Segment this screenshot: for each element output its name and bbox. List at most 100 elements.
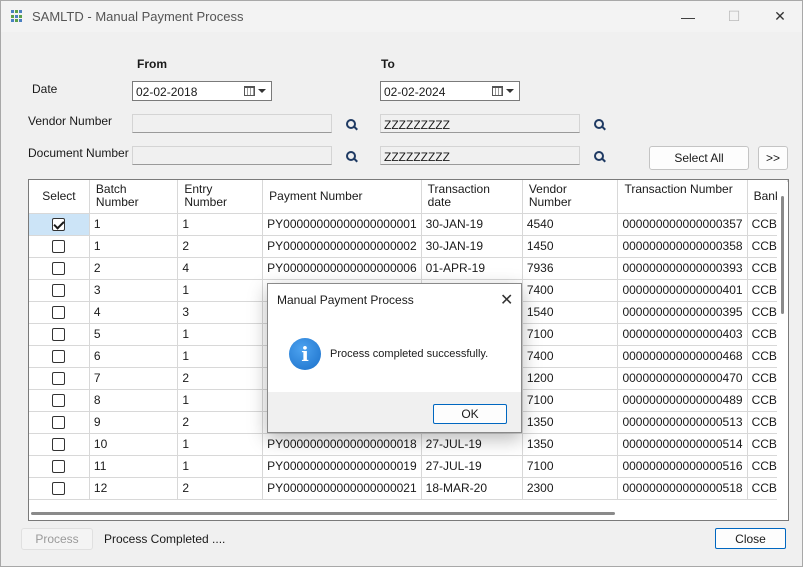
column-header-vendor[interactable]: Vendor Number bbox=[522, 180, 619, 214]
table-row[interactable]: 1 2 PY00000000000000000002 30-JAN-19 1450 000… bbox=[29, 235, 788, 258]
title-bar: SAMLTD - Manual Payment Process — ☐ ✕ bbox=[1, 1, 802, 32]
document-number-label: Document Number bbox=[28, 146, 129, 160]
document-from-search-icon[interactable] bbox=[345, 150, 359, 164]
cell-entry: 1 bbox=[177, 345, 264, 368]
cell-vendor: 7400 bbox=[522, 345, 619, 368]
cell-vendor: 1540 bbox=[522, 301, 619, 324]
maximize-button[interactable]: ☐ bbox=[711, 1, 757, 32]
column-header-select[interactable]: Select bbox=[29, 180, 90, 214]
document-from-field[interactable] bbox=[132, 146, 332, 165]
cell-select bbox=[29, 455, 90, 478]
cell-batch: 7 bbox=[89, 367, 179, 390]
cell-transaction: 000000000000000395 bbox=[617, 301, 748, 324]
cell-entry: 1 bbox=[177, 213, 264, 236]
cell-select bbox=[29, 367, 90, 390]
row-checkbox[interactable] bbox=[52, 482, 66, 496]
table-header-row: Select Batch Number Entry Number Payment… bbox=[29, 180, 788, 214]
ok-button[interactable]: OK bbox=[433, 404, 507, 424]
row-checkbox[interactable] bbox=[52, 416, 66, 430]
status-text: Process Completed .... bbox=[104, 532, 226, 546]
chevron-down-icon bbox=[506, 89, 514, 93]
horizontal-scroll-thumb[interactable] bbox=[31, 512, 615, 515]
cell-entry: 1 bbox=[177, 433, 264, 456]
cell-transaction: 000000000000000489 bbox=[617, 389, 748, 412]
column-header-date[interactable]: Transaction date bbox=[421, 180, 523, 214]
cell-vendor: 1350 bbox=[522, 433, 619, 456]
table-row[interactable]: 2 4 PY00000000000000000006 01-APR-19 7936 000… bbox=[29, 257, 788, 280]
chevron-down-icon bbox=[258, 89, 266, 93]
date-to-picker[interactable]: 02-02-2024 bbox=[380, 81, 520, 101]
process-button[interactable]: Process bbox=[21, 528, 93, 550]
row-checkbox[interactable] bbox=[52, 240, 66, 254]
more-button[interactable]: >> bbox=[758, 146, 788, 170]
table-row[interactable]: 11 1 PY00000000000000000019 27-JUL-19 7100 00… bbox=[29, 455, 788, 478]
cell-vendor: 7100 bbox=[522, 455, 619, 478]
select-all-button[interactable]: Select All bbox=[649, 146, 749, 170]
cell-entry: 2 bbox=[177, 367, 264, 390]
cell-transaction: 000000000000000513 bbox=[617, 411, 748, 434]
window-close-button[interactable]: ✕ bbox=[757, 1, 803, 32]
minimize-button[interactable]: — bbox=[665, 1, 711, 32]
calendar-icon bbox=[244, 86, 255, 96]
close-button[interactable]: Close bbox=[715, 528, 786, 549]
cell-entry: 1 bbox=[177, 455, 264, 478]
row-checkbox[interactable] bbox=[52, 262, 66, 276]
cell-vendor: 7400 bbox=[522, 279, 619, 302]
date-to-value: 02-02-2024 bbox=[384, 85, 446, 99]
cell-transaction: 000000000000000401 bbox=[617, 279, 748, 302]
cell-select bbox=[29, 345, 90, 368]
cell-payment: PY00000000000000000021 bbox=[262, 477, 422, 500]
cell-date: 01-APR-19 bbox=[421, 257, 523, 280]
document-to-field[interactable]: ZZZZZZZZZ bbox=[380, 146, 580, 165]
document-to-search-icon[interactable] bbox=[593, 150, 607, 164]
cell-transaction: 000000000000000468 bbox=[617, 345, 748, 368]
cell-vendor: 1450 bbox=[522, 235, 619, 258]
cell-batch: 11 bbox=[89, 455, 179, 478]
vertical-scroll-thumb[interactable] bbox=[781, 196, 784, 314]
row-checkbox[interactable] bbox=[52, 328, 66, 342]
app-grid-icon bbox=[11, 10, 24, 23]
cell-batch: 1 bbox=[89, 213, 179, 236]
table-row[interactable]: 12 2 PY00000000000000000021 18-MAR-20 2300 00… bbox=[29, 477, 788, 500]
cell-select bbox=[29, 235, 90, 258]
horizontal-scrollbar[interactable] bbox=[29, 506, 788, 520]
column-header-batch[interactable]: Batch Number bbox=[89, 180, 179, 214]
table-row[interactable]: 10 1 PY00000000000000000018 27-JUL-19 1350 00… bbox=[29, 433, 788, 456]
column-header-entry[interactable]: Entry Number bbox=[177, 180, 264, 214]
date-to-dropdown[interactable] bbox=[492, 84, 516, 98]
row-checkbox[interactable] bbox=[52, 394, 66, 408]
dialog-close-button[interactable]: ✕ bbox=[500, 290, 513, 310]
cell-entry: 4 bbox=[177, 257, 264, 280]
to-heading: To bbox=[381, 57, 395, 71]
cell-select bbox=[29, 257, 90, 280]
row-checkbox[interactable] bbox=[52, 350, 66, 364]
info-icon: i bbox=[289, 338, 321, 370]
row-checkbox[interactable] bbox=[52, 306, 66, 320]
row-checkbox[interactable] bbox=[52, 460, 66, 474]
cell-vendor: 2300 bbox=[522, 477, 619, 500]
row-checkbox[interactable] bbox=[52, 218, 66, 232]
cell-select bbox=[29, 213, 90, 236]
table-row[interactable]: 1 1 PY00000000000000000001 30-JAN-19 4540 000… bbox=[29, 213, 788, 236]
vendor-from-search-icon[interactable] bbox=[345, 118, 359, 132]
cell-batch: 10 bbox=[89, 433, 179, 456]
cell-batch: 12 bbox=[89, 477, 179, 500]
vendor-to-field[interactable]: ZZZZZZZZZ bbox=[380, 114, 580, 133]
row-checkbox[interactable] bbox=[52, 372, 66, 386]
cell-vendor: 1350 bbox=[522, 411, 619, 434]
cell-batch: 8 bbox=[89, 389, 179, 412]
vendor-from-field[interactable] bbox=[132, 114, 332, 133]
column-header-transaction[interactable]: Transaction Number bbox=[617, 180, 748, 214]
date-from-picker[interactable]: 02-02-2018 bbox=[132, 81, 272, 101]
cell-select bbox=[29, 411, 90, 434]
row-checkbox[interactable] bbox=[52, 284, 66, 298]
cell-date: 30-JAN-19 bbox=[421, 235, 523, 258]
cell-transaction: 000000000000000358 bbox=[617, 235, 748, 258]
cell-vendor: 7936 bbox=[522, 257, 619, 280]
cell-entry: 2 bbox=[177, 477, 264, 500]
vertical-scrollbar[interactable] bbox=[777, 182, 788, 504]
row-checkbox[interactable] bbox=[52, 438, 66, 452]
vendor-to-search-icon[interactable] bbox=[593, 118, 607, 132]
column-header-payment[interactable]: Payment Number bbox=[262, 180, 422, 214]
date-from-dropdown[interactable] bbox=[244, 84, 268, 98]
